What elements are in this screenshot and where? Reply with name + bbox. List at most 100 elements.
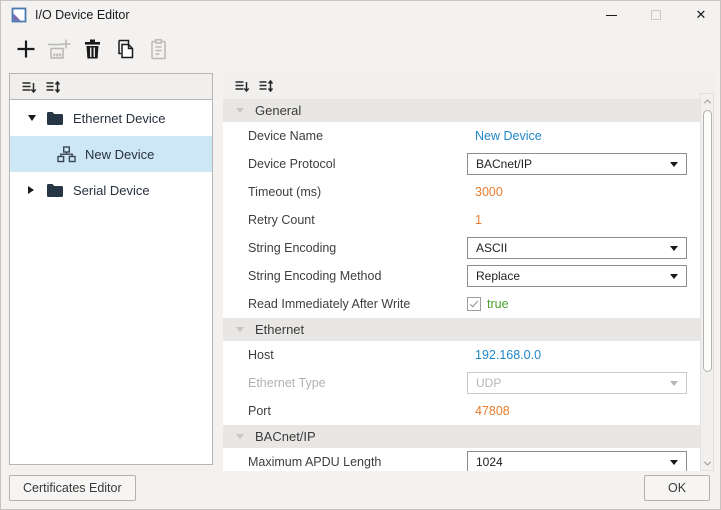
expand-all-button[interactable] [42,78,64,96]
property-label: Timeout (ms) [248,185,322,199]
certificates-editor-button[interactable]: Certificates Editor [9,475,136,501]
collapse-all-icon [235,81,250,93]
chevron-down-icon [236,108,244,113]
property-row: Device Protocol BACnet/IP [223,150,700,178]
dropdown-value: UDP [476,376,502,390]
property-row: Maximum APDU Length 1024 [223,448,700,471]
io-device-editor-window: I/O Device Editor ✕ Ethernet Device New … [0,0,721,510]
property-row: Read Immediately After Write true [223,290,700,318]
property-label: Device Name [248,129,324,143]
section-header-general[interactable]: General [223,99,700,122]
device-protocol-dropdown[interactable]: BACnet/IP [467,153,687,175]
property-row: Device Name New Device [223,122,700,150]
property-row: Port 47808 [223,397,700,425]
close-icon: ✕ [695,7,707,23]
property-label: Port [248,404,271,418]
chevron-down-icon [670,245,678,251]
tree-toolbar [10,74,212,100]
close-button[interactable]: ✕ [679,1,720,29]
chevron-up-icon [703,98,711,106]
app-icon [11,7,27,23]
expand-all-icon [46,80,61,93]
tree-item-label: New Device [85,146,155,162]
tree-item-label: Ethernet Device [73,110,166,126]
property-row: String Encoding ASCII [223,234,700,262]
port-value[interactable]: 47808 [467,404,510,418]
collapse-all-button[interactable] [231,77,253,95]
chevron-down-icon [670,459,678,465]
network-device-icon [57,145,76,163]
section-header-bacnet-ip[interactable]: BACnet/IP [223,425,700,448]
property-label: Ethernet Type [248,376,326,390]
scroll-down-button[interactable] [701,456,713,470]
collapse-all-icon [22,81,37,93]
ok-button[interactable]: OK [644,475,710,501]
property-row: Host 192.168.0.0 [223,341,700,369]
property-grid: General Device Name New Device Device Pr… [223,99,700,471]
vertical-scrollbar[interactable] [700,93,714,471]
dropdown-value: ASCII [476,241,508,255]
retry-count-value[interactable]: 1 [467,213,482,227]
window-title: I/O Device Editor [35,8,130,22]
device-name-value[interactable]: New Device [467,129,542,143]
section-label: BACnet/IP [255,429,316,444]
property-label: Maximum APDU Length [248,455,382,469]
minimize-button[interactable] [589,1,633,29]
trash-icon [84,39,100,59]
maximize-icon [651,10,661,20]
folder-icon [46,111,64,125]
properties-panel: General Device Name New Device Device Pr… [223,73,714,471]
maximum-apdu-length-dropdown[interactable]: 1024 [467,451,687,471]
expand-all-icon [259,79,274,93]
property-row: String Encoding Method Replace [223,262,700,290]
add-device-icon [48,39,71,59]
scroll-up-button[interactable] [701,94,713,108]
paste-icon [150,38,166,59]
check-icon [469,298,479,308]
section-label: General [255,103,302,118]
property-row: Retry Count 1 [223,206,700,234]
string-encoding-method-dropdown[interactable]: Replace [467,265,687,287]
read-immediately-checkbox[interactable] [467,297,481,311]
property-label: Device Protocol [248,157,336,171]
expand-all-button[interactable] [255,77,277,95]
expand-expander[interactable] [28,186,38,194]
property-label: Host [248,348,274,362]
chevron-down-icon [670,380,678,386]
tree-item-serial-device[interactable]: Serial Device [10,172,212,208]
scrollbar-thumb[interactable] [702,110,712,372]
property-label: String Encoding [248,241,337,255]
section-header-ethernet[interactable]: Ethernet [223,318,700,341]
property-row: Timeout (ms) 3000 [223,178,700,206]
chevron-down-icon [703,458,711,466]
chevron-down-icon [236,327,244,332]
tree-item-label: Serial Device [73,182,150,198]
chevron-right-icon [28,186,34,194]
add-button[interactable] [11,34,41,64]
tree-item-ethernet-device[interactable]: Ethernet Device [10,100,212,136]
maximize-button [634,1,678,29]
property-label: String Encoding Method [248,269,382,283]
dropdown-value: BACnet/IP [476,157,533,171]
chevron-down-icon [670,273,678,279]
plus-icon [17,40,35,58]
paste-button [143,34,173,64]
checkbox-value-label: true [487,297,509,311]
property-row: Ethernet Type UDP [223,369,700,397]
properties-toolbar [223,73,714,99]
tree-item-new-device[interactable]: New Device [10,136,212,172]
copy-button[interactable] [110,34,140,64]
device-tree-panel: Ethernet Device New Device Serial Device [9,73,213,465]
delete-button[interactable] [77,34,107,64]
collapse-all-button[interactable] [18,78,40,96]
host-value[interactable]: 192.168.0.0 [467,348,541,362]
add-device-button [44,34,74,64]
chevron-down-icon [28,115,36,121]
collapse-expander[interactable] [28,115,38,121]
timeout-value[interactable]: 3000 [467,185,503,199]
string-encoding-dropdown[interactable]: ASCII [467,237,687,259]
property-label: Read Immediately After Write [248,297,411,311]
section-label: Ethernet [255,322,305,337]
ethernet-type-dropdown: UDP [467,372,687,394]
dropdown-value: Replace [476,269,521,283]
